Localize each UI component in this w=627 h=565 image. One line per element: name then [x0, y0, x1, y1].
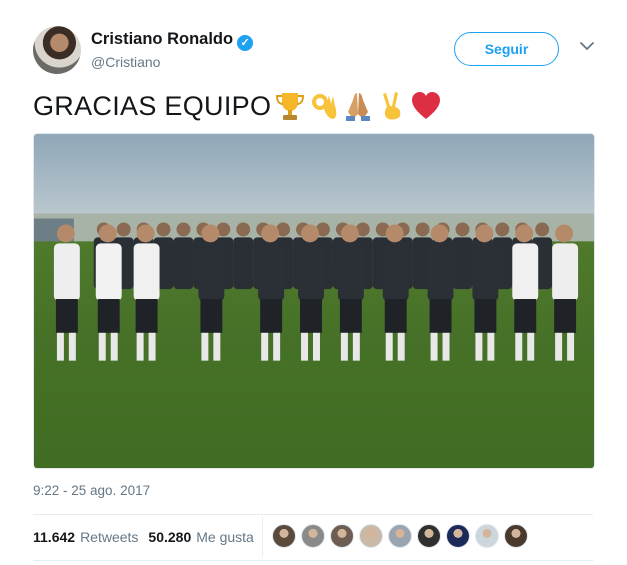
avatar[interactable] [33, 26, 81, 74]
liker-avatar[interactable] [388, 524, 412, 548]
liker-avatars [272, 524, 533, 548]
user-name-text[interactable]: Cristiano Ronaldo [91, 30, 233, 48]
ok-hand-icon [312, 94, 337, 119]
tweet-timestamp[interactable]: 9:22 - 25 ago. 2017 [33, 483, 150, 498]
retweets-count: 11.642 [33, 529, 76, 545]
tweet-text-content: GRACIAS EQUIPO [33, 90, 272, 121]
liker-avatar[interactable] [301, 524, 325, 548]
red-heart-icon [412, 92, 441, 119]
likes-label: Me gusta [196, 529, 254, 545]
user-handle[interactable]: @Cristiano [91, 54, 160, 70]
divider [33, 514, 593, 515]
team-photo[interactable] [33, 133, 595, 469]
liker-avatar[interactable] [446, 524, 470, 548]
likes-stat[interactable]: 50.280 Me gusta [148, 529, 253, 545]
divider [33, 560, 593, 561]
likes-count: 50.280 [148, 529, 192, 545]
trophy-icon [276, 93, 305, 120]
tweet-text: GRACIAS EQUIPO [33, 86, 441, 126]
tweet-stats: 11.642 Retweets 50.280 Me gusta [33, 527, 264, 547]
follow-button[interactable]: Seguir [454, 32, 559, 66]
stats-separator [262, 517, 263, 557]
victory-hand-icon [383, 92, 401, 120]
liker-avatar[interactable] [475, 524, 499, 548]
liker-avatar[interactable] [417, 524, 441, 548]
liker-avatar[interactable] [359, 524, 383, 548]
chevron-down-icon[interactable] [579, 38, 595, 54]
verified-icon: ✓ [237, 35, 254, 51]
retweets-stat[interactable]: 11.642 Retweets [33, 529, 138, 545]
tweet-header: Cristiano Ronaldo ✓ @Cristiano Seguir [33, 24, 603, 76]
liker-avatar[interactable] [330, 524, 354, 548]
liker-avatar[interactable] [504, 524, 528, 548]
retweets-label: Retweets [80, 529, 139, 545]
liker-avatar[interactable] [272, 524, 296, 548]
user-name[interactable]: Cristiano Ronaldo ✓ [91, 30, 254, 51]
folded-hands-icon [346, 93, 371, 121]
